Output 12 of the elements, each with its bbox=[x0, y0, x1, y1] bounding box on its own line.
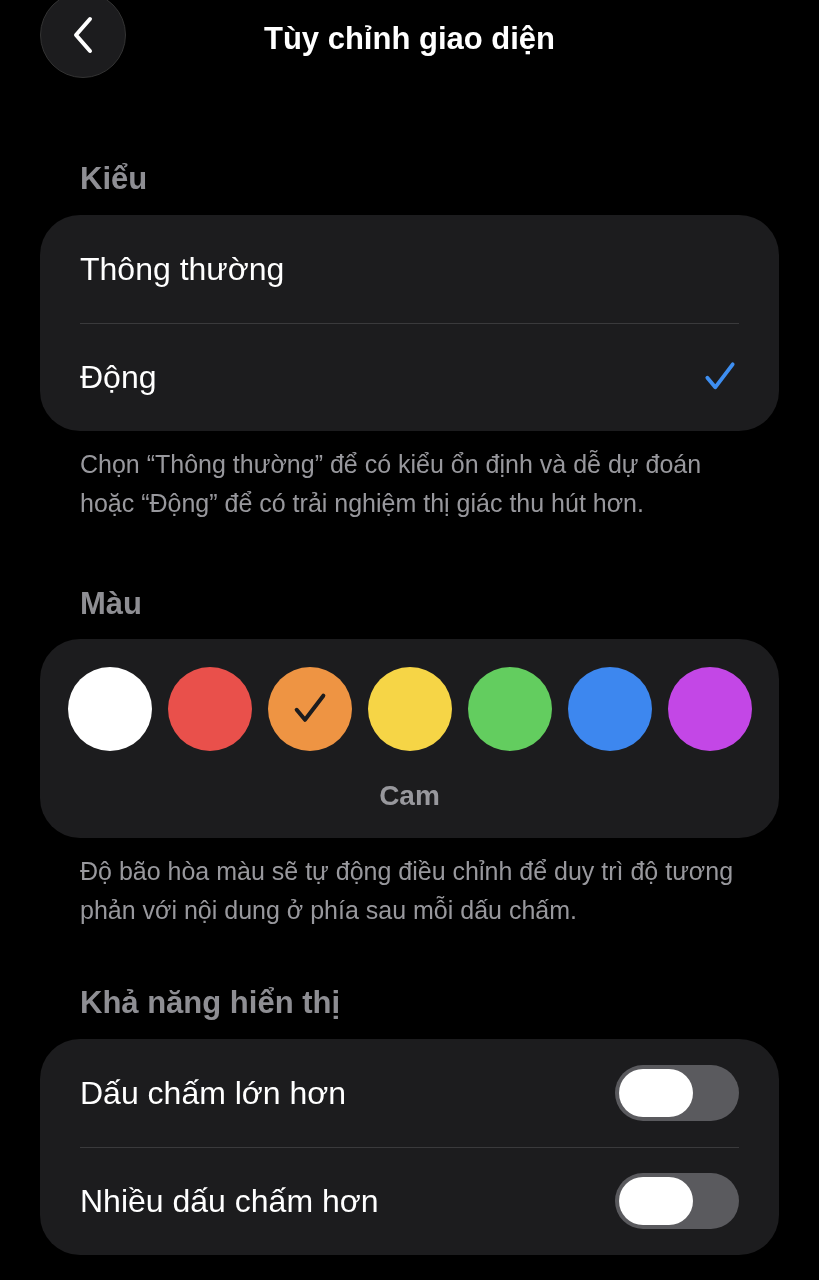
style-description: Chọn “Thông thường” để có kiểu ổn định và dễ dự đoán hoặc “Động” để có trải nghiệm thị giác thu hút hơn. bbox=[80, 448, 703, 519]
selected-color-name: Cam bbox=[379, 779, 440, 813]
section-heading: Kiểu bbox=[80, 160, 149, 198]
toggle-label: Dấu chấm lớn hơn bbox=[80, 1073, 347, 1113]
section-heading: Khả năng hiển thị bbox=[80, 984, 342, 1022]
section-heading: Màu bbox=[80, 584, 143, 623]
toggle-switch[interactable] bbox=[615, 1173, 739, 1229]
color-description: Độ bão hòa màu sẽ tự động điều chỉnh để duy trì độ tương phản với nội dung ở phía sau mỗi dấu chấm. bbox=[80, 856, 735, 926]
style-option[interactable]: Thông thường bbox=[80, 214, 739, 323]
page-title: Tùy chỉnh giao diện bbox=[263, 19, 556, 58]
toggle-label: Nhiều dấu chấm hơn bbox=[80, 1182, 379, 1221]
style-option[interactable]: Động bbox=[80, 322, 739, 431]
